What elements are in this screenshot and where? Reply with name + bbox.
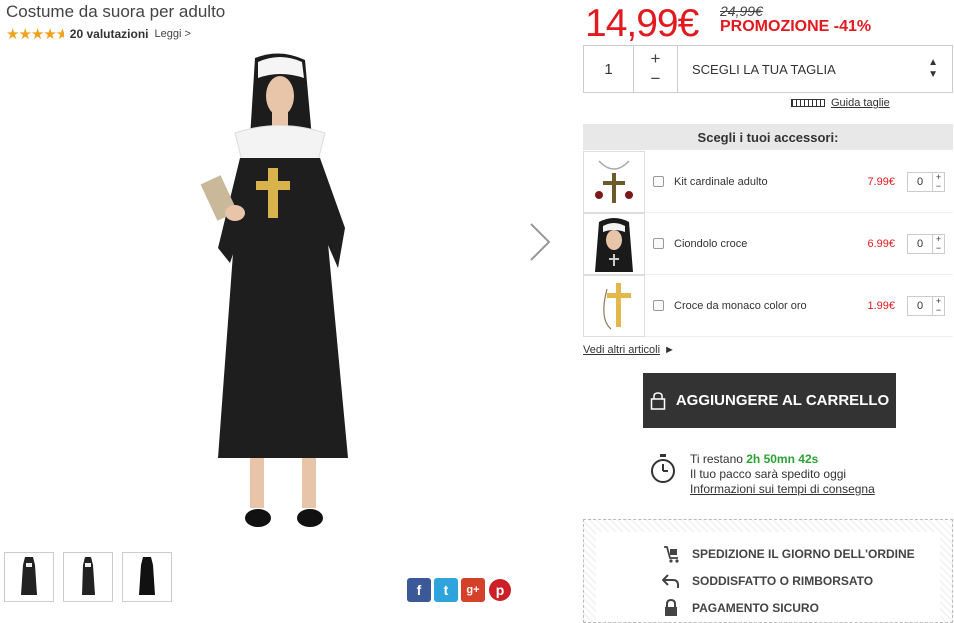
more-accessories-label: Vedi altri articoli xyxy=(583,344,661,356)
stopwatch-icon xyxy=(651,454,675,483)
accessory-item: Croce da monaco color oro 1.99€ 0 + − xyxy=(583,274,953,337)
return-arrow-icon xyxy=(662,573,679,588)
stepper-icon[interactable]: + − xyxy=(933,171,945,192)
accessory-quantity-stepper[interactable]: 0 + − xyxy=(907,171,945,192)
countdown-time: 2h 50mn 42s xyxy=(746,452,819,466)
stepper-icon[interactable]: + − xyxy=(933,295,945,316)
accessory-item: Kit cardinale adulto 7.99€ 0 + − xyxy=(583,150,953,213)
size-select[interactable]: SCEGLI LA TUA TAGLIA ▲ ▼ xyxy=(678,46,952,92)
stepper-icon[interactable]: + − xyxy=(933,233,945,254)
trust-label: SPEDIZIONE IL GIORNO DELL'ORDINE xyxy=(692,546,915,561)
quantity-plus-button[interactable]: + xyxy=(651,49,661,69)
quantity-stepper: + − xyxy=(634,46,678,92)
rating: ★★★★★ 20 valutazioni Leggi > xyxy=(6,25,191,43)
product-title: Costume da suora per adulto xyxy=(6,2,226,21)
accessory-item: Ciondolo croce 6.99€ 0 + − xyxy=(583,212,953,275)
product-image xyxy=(200,53,348,527)
size-guide-link[interactable]: Guida taglie xyxy=(791,97,890,109)
thumbnail-strip xyxy=(4,552,172,602)
size-select-label: SCEGLI LA TUA TAGLIA xyxy=(692,61,836,77)
pinterest-icon[interactable]: p xyxy=(488,578,512,602)
trust-item-secure: PAGAMENTO SICURO xyxy=(596,594,940,621)
thumbnail-side[interactable] xyxy=(63,552,113,602)
twitter-icon[interactable]: t xyxy=(434,578,458,602)
trust-label: PAGAMENTO SICURO xyxy=(692,600,819,615)
accessory-image xyxy=(583,212,645,275)
google-plus-icon[interactable]: g+ xyxy=(461,578,485,602)
thumbnail-front[interactable] xyxy=(4,552,54,602)
accessory-quantity[interactable]: 0 xyxy=(907,233,933,254)
trust-item-shipping: SPEDIZIONE IL GIORNO DELL'ORDINE xyxy=(596,540,940,567)
add-to-cart-button[interactable]: AGGIUNGERE AL CARRELLO xyxy=(643,373,896,428)
delivery-prefix: Ti restano xyxy=(690,452,747,466)
quantity-minus-button[interactable]: − xyxy=(651,69,661,89)
accessory-checkbox[interactable] xyxy=(653,238,664,249)
delivery-info: Ti restano 2h 50mn 42s Il tuo pacco sarà… xyxy=(690,452,875,497)
next-image-arrow-icon[interactable] xyxy=(527,222,553,262)
accessory-quantity-stepper[interactable]: 0 + − xyxy=(907,295,945,316)
lock-icon xyxy=(665,598,677,616)
more-accessories-link[interactable]: Vedi altri articoli ► xyxy=(583,344,675,356)
trust-item-refund: SODDISFATTO O RIMBORSATO xyxy=(596,567,940,594)
rating-count: 20 valutazioni xyxy=(69,27,149,41)
accessory-quantity[interactable]: 0 xyxy=(907,295,933,316)
promo-badge: PROMOZIONE -41% xyxy=(720,18,872,35)
select-arrows-icon: ▲ ▼ xyxy=(928,57,938,80)
accessory-checkbox[interactable] xyxy=(653,176,664,187)
accessory-quantity[interactable]: 0 xyxy=(907,171,933,192)
accessory-image xyxy=(583,274,645,337)
quantity-field[interactable]: 1 xyxy=(584,46,634,92)
accessory-checkbox[interactable] xyxy=(653,300,664,311)
facebook-icon[interactable]: f xyxy=(407,578,431,602)
accessory-image xyxy=(583,150,645,213)
trolley-icon xyxy=(664,545,679,563)
accessory-price: 6.99€ xyxy=(867,237,895,250)
trust-box: SPEDIZIONE IL GIORNO DELL'ORDINE SODDISF… xyxy=(583,519,953,623)
social-share: f t g+ p xyxy=(407,578,512,602)
trust-label: SODDISFATTO O RIMBORSATO xyxy=(692,573,874,588)
accessory-price: 7.99€ xyxy=(867,175,895,188)
rating-stars-icon: ★★★★★ xyxy=(6,26,64,43)
delivery-message: Il tuo pacco sarà spedito oggi xyxy=(690,467,847,481)
shopping-bag-icon xyxy=(650,391,666,410)
svg-text:p: p xyxy=(496,582,505,598)
order-controls: 1 + − SCEGLI LA TUA TAGLIA ▲ ▼ xyxy=(583,45,953,93)
ruler-icon xyxy=(791,99,825,107)
thumbnail-back[interactable] xyxy=(122,552,172,602)
accessory-name: Ciondolo croce xyxy=(674,237,748,250)
accessories-list: Kit cardinale adulto 7.99€ 0 + − Ciondolo… xyxy=(583,150,953,337)
size-guide-label: Guida taglie xyxy=(831,97,890,109)
add-to-cart-label: AGGIUNGERE AL CARRELLO xyxy=(675,392,890,409)
current-price: 14,99€ xyxy=(585,2,699,45)
read-reviews-link[interactable]: Leggi > xyxy=(155,28,191,40)
accessory-quantity-stepper[interactable]: 0 + − xyxy=(907,233,945,254)
delivery-info-link[interactable]: Informazioni sui tempi di consegna xyxy=(690,482,875,497)
accessories-title: Scegli i tuoi accessori: xyxy=(583,124,953,150)
play-arrow-icon: ► xyxy=(664,344,675,356)
accessory-price: 1.99€ xyxy=(867,299,895,312)
accessory-name: Kit cardinale adulto xyxy=(674,175,768,188)
accessory-name: Croce da monaco color oro xyxy=(674,299,807,312)
old-price: 24,99€ xyxy=(720,3,763,19)
